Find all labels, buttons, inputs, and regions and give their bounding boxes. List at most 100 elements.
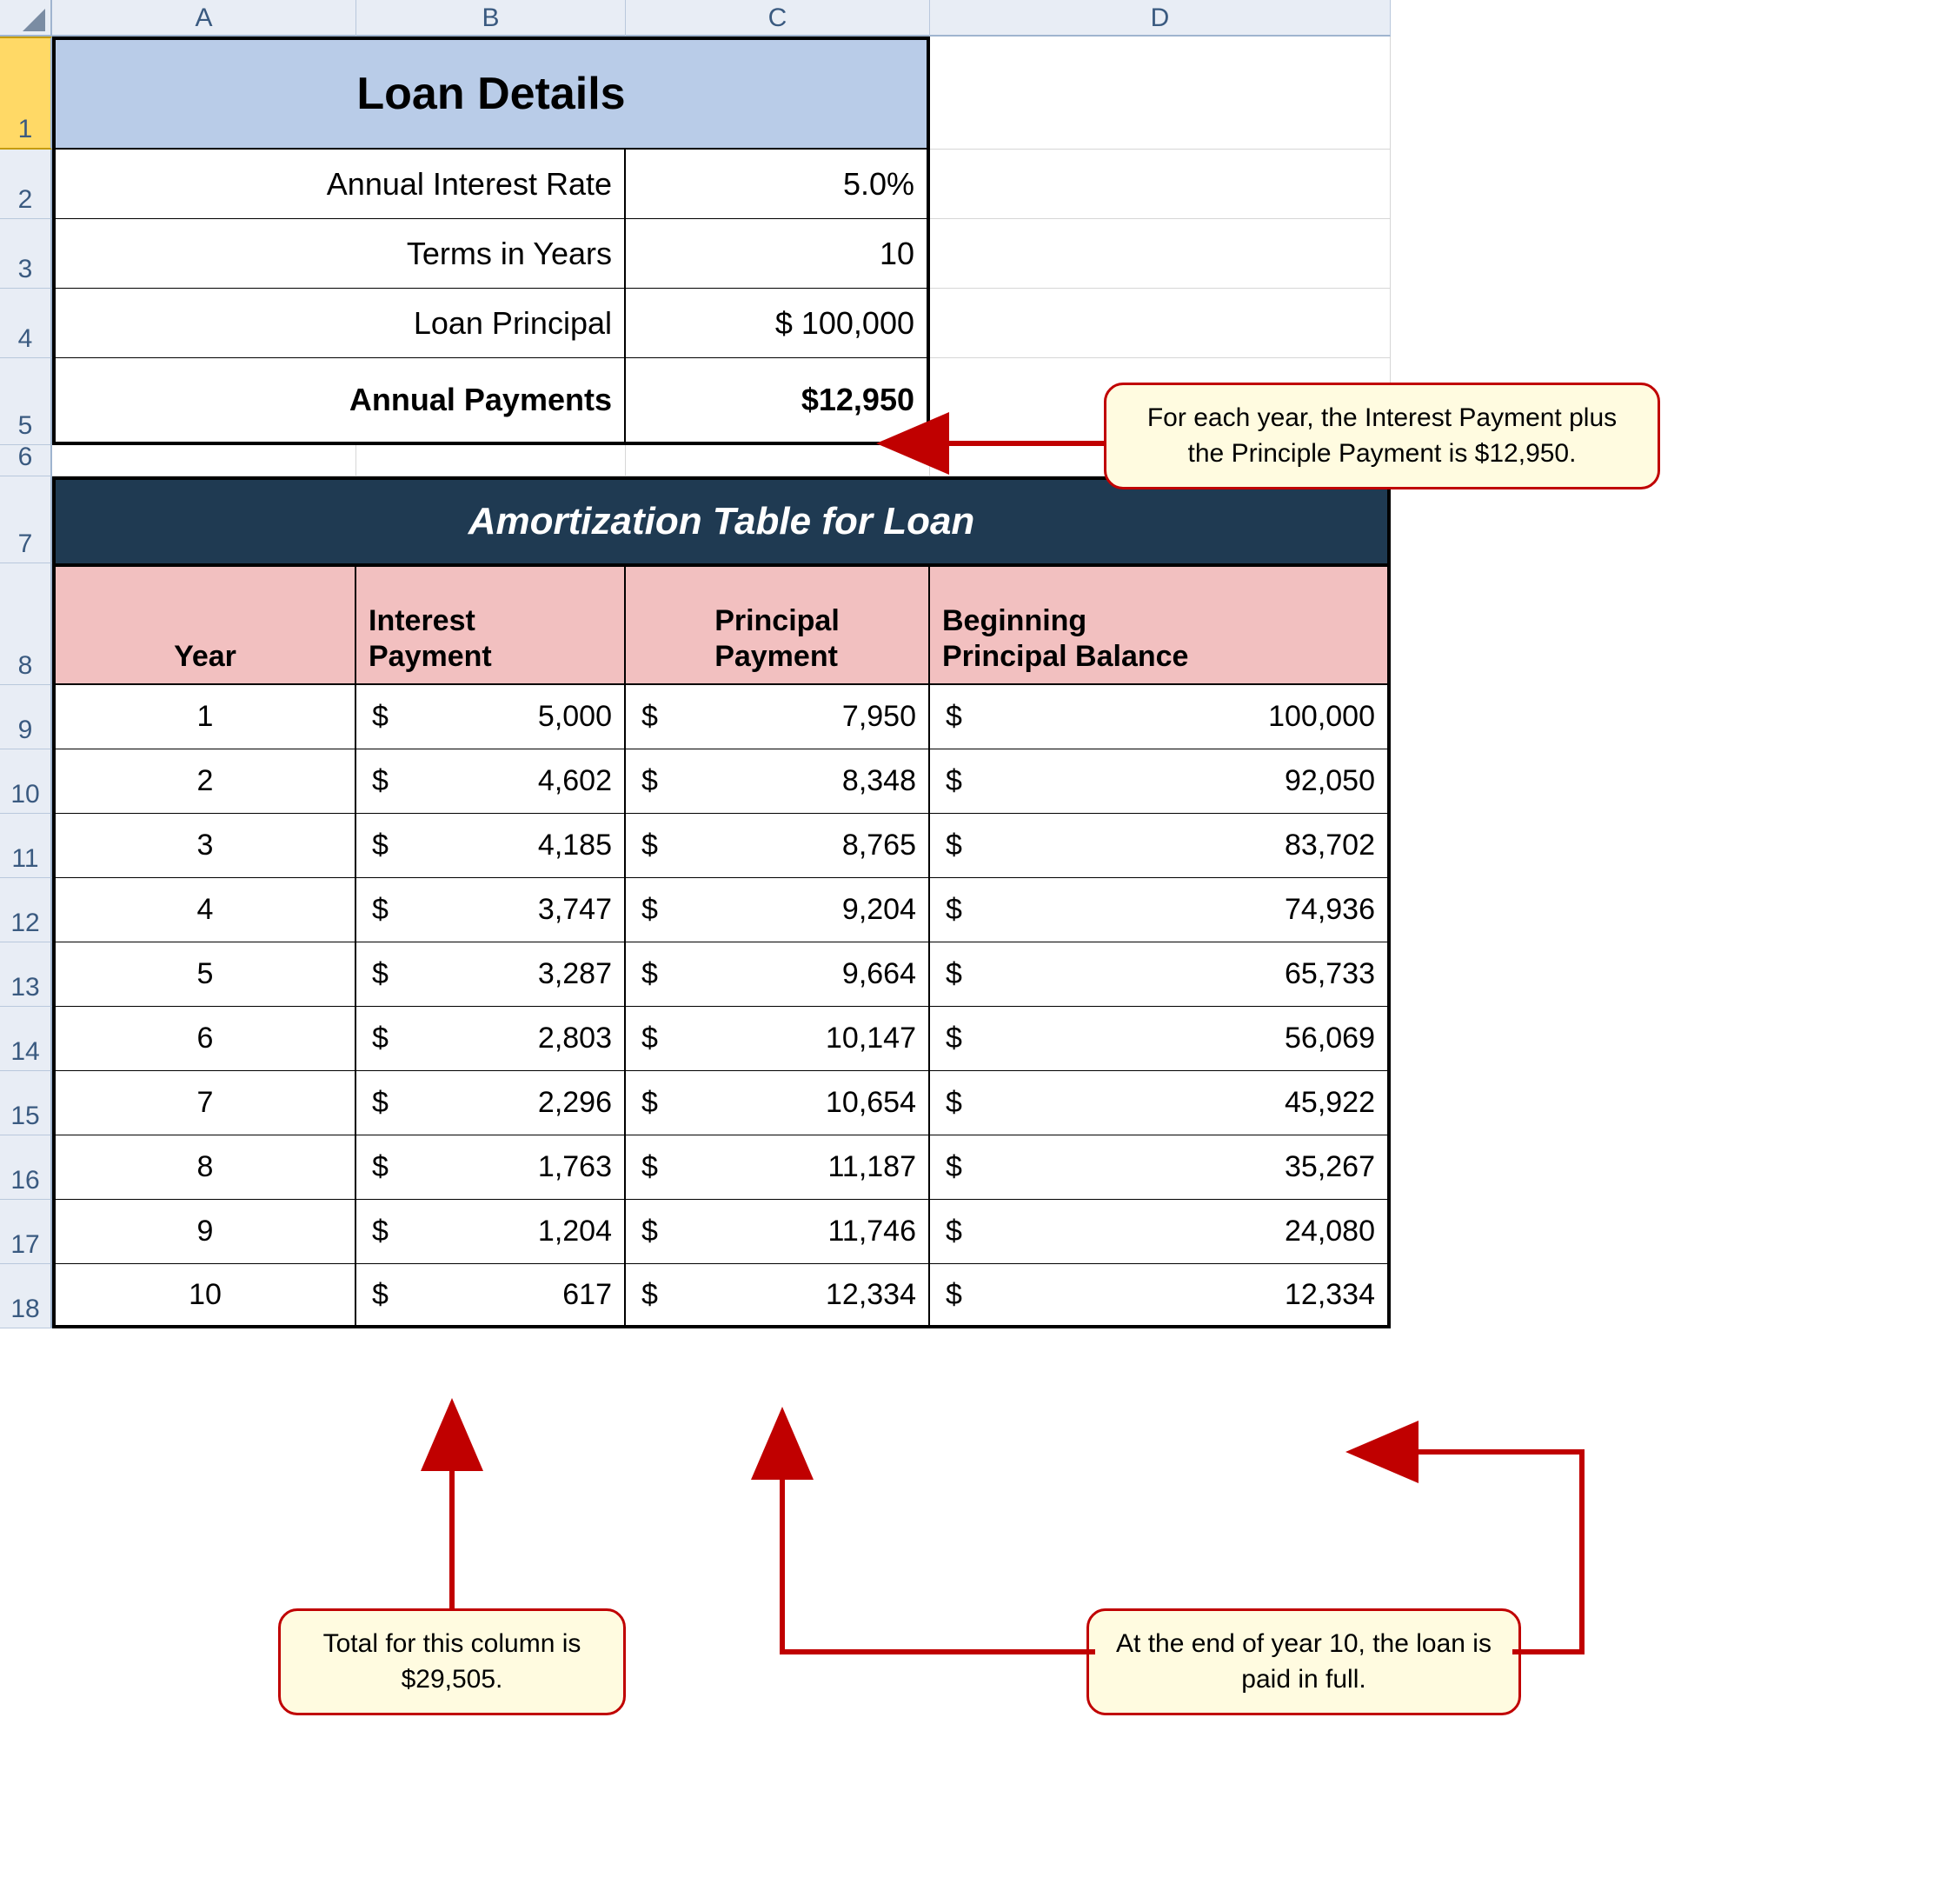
row-header-4[interactable]: 4	[0, 289, 52, 358]
cell-balance[interactable]: $45,922	[930, 1071, 1391, 1135]
amort-body: 1$5,000$7,950$100,0002$4,602$8,348$92,05…	[52, 685, 1391, 1328]
row-header-11[interactable]: 11	[0, 814, 52, 878]
row-header-7[interactable]: 7	[0, 476, 52, 563]
cell-principal[interactable]: $8,765	[626, 814, 930, 878]
row-header-13[interactable]: 13	[0, 942, 52, 1007]
col-header-C[interactable]: C	[626, 0, 930, 37]
cell-year[interactable]: 6	[52, 1007, 356, 1071]
value-principal[interactable]: $ 100,000	[626, 289, 930, 358]
cell-interest[interactable]: $1,763	[356, 1135, 626, 1200]
amort-head-balance[interactable]: Beginning Principal Balance	[930, 563, 1391, 685]
value-rate[interactable]: 5.0%	[626, 150, 930, 219]
row-header-16[interactable]: 16	[0, 1135, 52, 1200]
cell-balance[interactable]: $100,000	[930, 685, 1391, 749]
grid-area: Loan Details Annual Interest Rate 5.0% T…	[52, 37, 1391, 1328]
row-header-14[interactable]: 14	[0, 1007, 52, 1071]
row-header-6[interactable]: 6	[0, 445, 52, 476]
row-header-8[interactable]: 8	[0, 563, 52, 685]
row-header-17[interactable]: 17	[0, 1200, 52, 1264]
row-headers: 1 2 3 4 5 6 7 8 9 10 11 12 13 14 15 16 1…	[0, 37, 52, 1328]
cell-principal[interactable]: $10,654	[626, 1071, 930, 1135]
row-header-12[interactable]: 12	[0, 878, 52, 942]
callout-paid-full: At the end of year 10, the loan is paid …	[1086, 1608, 1521, 1715]
cell-year[interactable]: 4	[52, 878, 356, 942]
row-header-3[interactable]: 3	[0, 219, 52, 289]
table-row: 4$3,747$9,204$74,936	[52, 878, 1391, 942]
table-row: 8$1,763$11,187$35,267	[52, 1135, 1391, 1200]
cell-year[interactable]: 10	[52, 1264, 356, 1328]
cell-balance[interactable]: $83,702	[930, 814, 1391, 878]
label-rate[interactable]: Annual Interest Rate	[52, 150, 626, 219]
cell-D2[interactable]	[930, 150, 1391, 219]
cell-year[interactable]: 7	[52, 1071, 356, 1135]
cell-year[interactable]: 3	[52, 814, 356, 878]
row-header-15[interactable]: 15	[0, 1071, 52, 1135]
cell-balance[interactable]: $65,733	[930, 942, 1391, 1007]
cell-D1[interactable]	[930, 37, 1391, 150]
cell-A6[interactable]	[52, 445, 356, 476]
cell-C6[interactable]	[626, 445, 930, 476]
cell-principal[interactable]: $12,334	[626, 1264, 930, 1328]
cell-principal[interactable]: $11,187	[626, 1135, 930, 1200]
amort-head-year[interactable]: Year	[52, 563, 356, 685]
cell-principal[interactable]: $7,950	[626, 685, 930, 749]
cell-year[interactable]: 5	[52, 942, 356, 1007]
cell-B6[interactable]	[356, 445, 626, 476]
cell-balance[interactable]: $56,069	[930, 1007, 1391, 1071]
cell-principal[interactable]: $11,746	[626, 1200, 930, 1264]
spreadsheet: A B C D 1 2 3 4 5 6 7 8 9 10 11 12 13 14…	[0, 0, 1960, 1904]
amort-head-interest[interactable]: Interest Payment	[356, 563, 626, 685]
row-header-5[interactable]: 5	[0, 358, 52, 445]
cell-interest[interactable]: $3,287	[356, 942, 626, 1007]
cell-principal[interactable]: $9,204	[626, 878, 930, 942]
table-row: 6$2,803$10,147$56,069	[52, 1007, 1391, 1071]
cell-principal[interactable]: $8,348	[626, 749, 930, 814]
table-row: 10$617$12,334$12,334	[52, 1264, 1391, 1328]
cell-interest[interactable]: $2,803	[356, 1007, 626, 1071]
cell-interest[interactable]: $1,204	[356, 1200, 626, 1264]
loan-details-title[interactable]: Loan Details	[52, 37, 930, 150]
row-header-10[interactable]: 10	[0, 749, 52, 814]
row-header-2[interactable]: 2	[0, 150, 52, 219]
table-row: 2$4,602$8,348$92,050	[52, 749, 1391, 814]
row-header-1[interactable]: 1	[0, 37, 52, 150]
cell-year[interactable]: 2	[52, 749, 356, 814]
cell-year[interactable]: 9	[52, 1200, 356, 1264]
label-principal[interactable]: Loan Principal	[52, 289, 626, 358]
table-row: 1$5,000$7,950$100,000	[52, 685, 1391, 749]
value-payments[interactable]: $12,950	[626, 358, 930, 445]
cell-interest[interactable]: $4,185	[356, 814, 626, 878]
callout-interest-total: Total for this column is $29,505.	[278, 1608, 626, 1715]
cell-balance[interactable]: $35,267	[930, 1135, 1391, 1200]
select-all-corner[interactable]	[0, 0, 52, 37]
table-row: 3$4,185$8,765$83,702	[52, 814, 1391, 878]
cell-interest[interactable]: $617	[356, 1264, 626, 1328]
cell-year[interactable]: 1	[52, 685, 356, 749]
col-header-D[interactable]: D	[930, 0, 1391, 37]
col-header-A[interactable]: A	[52, 0, 356, 37]
cell-principal[interactable]: $10,147	[626, 1007, 930, 1071]
label-payments[interactable]: Annual Payments	[52, 358, 626, 445]
cell-interest[interactable]: $3,747	[356, 878, 626, 942]
cell-D4[interactable]	[930, 289, 1391, 358]
cell-balance[interactable]: $24,080	[930, 1200, 1391, 1264]
cell-principal[interactable]: $9,664	[626, 942, 930, 1007]
value-terms[interactable]: 10	[626, 219, 930, 289]
amort-title[interactable]: Amortization Table for Loan	[52, 476, 1391, 563]
cell-balance[interactable]: $12,334	[930, 1264, 1391, 1328]
callout-annual-payment: For each year, the Interest Payment plus…	[1104, 383, 1660, 489]
cell-balance[interactable]: $74,936	[930, 878, 1391, 942]
cell-interest[interactable]: $2,296	[356, 1071, 626, 1135]
col-header-B[interactable]: B	[356, 0, 626, 37]
cell-interest[interactable]: $4,602	[356, 749, 626, 814]
label-terms[interactable]: Terms in Years	[52, 219, 626, 289]
amort-head-principal[interactable]: Principal Payment	[626, 563, 930, 685]
cell-D3[interactable]	[930, 219, 1391, 289]
cell-year[interactable]: 8	[52, 1135, 356, 1200]
table-row: 7$2,296$10,654$45,922	[52, 1071, 1391, 1135]
row-header-18[interactable]: 18	[0, 1264, 52, 1328]
table-row: 5$3,287$9,664$65,733	[52, 942, 1391, 1007]
cell-balance[interactable]: $92,050	[930, 749, 1391, 814]
cell-interest[interactable]: $5,000	[356, 685, 626, 749]
row-header-9[interactable]: 9	[0, 685, 52, 749]
